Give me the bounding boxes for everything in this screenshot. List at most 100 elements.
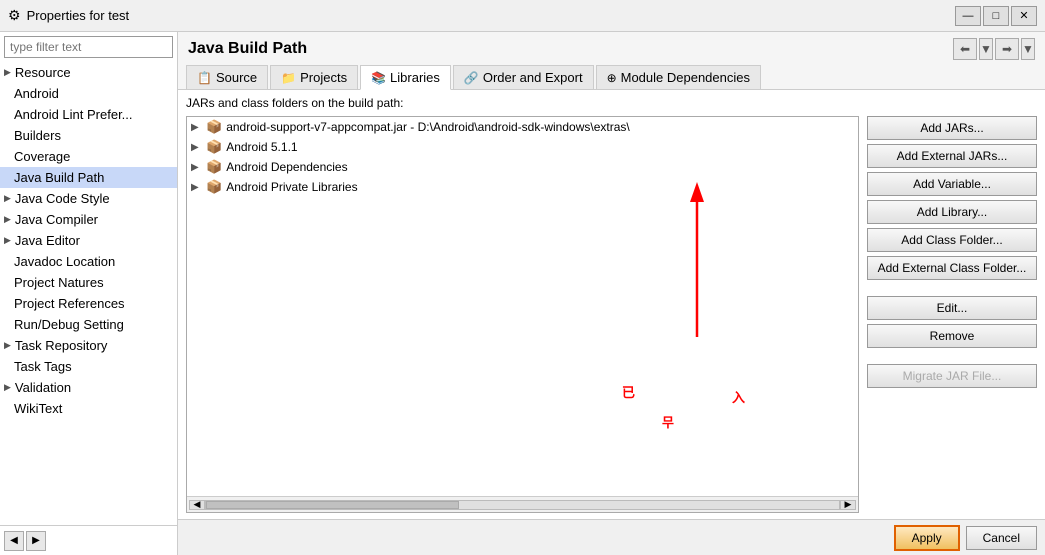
sidebar-item-resource[interactable]: ▶Resource bbox=[0, 62, 177, 83]
buttons-panel: Add JARs... Add External JARs... Add Varia… bbox=[867, 116, 1037, 513]
sidebar-scroll-right[interactable]: ▶ bbox=[26, 531, 46, 551]
scroll-left-btn[interactable]: ◀ bbox=[189, 500, 205, 510]
sidebar-item-label: Run/Debug Setting bbox=[14, 317, 124, 332]
button-spacer bbox=[867, 284, 1037, 292]
nav-arrows: ⬅ ▼ ➡ ▼ bbox=[953, 38, 1035, 60]
migrate-jar-button: Migrate JAR File... bbox=[867, 364, 1037, 388]
sidebar-item-builders[interactable]: Builders bbox=[0, 125, 177, 146]
tree-item[interactable]: ▶📦 Android Private Libraries bbox=[187, 177, 858, 197]
add-variable-button[interactable]: Add Variable... bbox=[867, 172, 1037, 196]
tab-icon: 📁 bbox=[281, 71, 296, 85]
sidebar-item-label: Task Repository bbox=[15, 338, 107, 353]
sidebar-item-label: Android bbox=[14, 86, 59, 101]
maximize-button[interactable]: □ bbox=[983, 6, 1009, 26]
sidebar-item-android[interactable]: Android bbox=[0, 83, 177, 104]
tree-item[interactable]: ▶📦Android 5.1.1 bbox=[187, 137, 858, 157]
sidebar-item-label: Java Editor bbox=[15, 233, 80, 248]
sidebar-item-label: Project Natures bbox=[14, 275, 104, 290]
sidebar-item-coverage[interactable]: Coverage bbox=[0, 146, 177, 167]
title-bar: ⚙ Properties for test — □ ✕ bbox=[0, 0, 1045, 32]
remove-button[interactable]: Remove bbox=[867, 324, 1037, 348]
tabs-bar: 📋 Source 📁Projects 📚 Libraries 🔗Order and Exp… bbox=[178, 64, 1045, 90]
tab-icon: 🔗 bbox=[464, 71, 479, 85]
sidebar-item-label: Java Compiler bbox=[15, 212, 98, 227]
sidebar-item-validation[interactable]: ▶Validation bbox=[0, 377, 177, 398]
sidebar-nav: ▶Resource Android Android Lint Prefer... Bu… bbox=[0, 62, 177, 525]
sidebar-item-java-build-path[interactable]: Java Build Path bbox=[0, 167, 177, 188]
tree-item-label: Android 5.1.1 bbox=[226, 140, 297, 154]
sidebar-item-label: Coverage bbox=[14, 149, 70, 164]
add-external-jars-button[interactable]: Add External JARs... bbox=[867, 144, 1037, 168]
tree-container: 已 무 入 ▶📦android-support-v7-appcompat.jar… bbox=[186, 116, 859, 513]
sidebar-item-project-natures[interactable]: Project Natures bbox=[0, 272, 177, 293]
sidebar-item-android-lint-prefer...[interactable]: Android Lint Prefer... bbox=[0, 104, 177, 125]
scroll-right-btn[interactable]: ▶ bbox=[840, 500, 856, 510]
sidebar-arrow-icon: ▶ bbox=[4, 214, 11, 225]
sidebar-item-javadoc-location[interactable]: Javadoc Location bbox=[0, 251, 177, 272]
add-external-class-folder-button[interactable]: Add External Class Folder... bbox=[867, 256, 1037, 280]
tab-order-and-export[interactable]: 🔗Order and Export bbox=[453, 65, 594, 89]
tab-icon: ⊕ bbox=[607, 71, 617, 85]
sidebar-item-task-tags[interactable]: Task Tags bbox=[0, 356, 177, 377]
content-area: Java Build Path ⬅ ▼ ➡ ▼ 📋 Source 📁Projects… bbox=[178, 32, 1045, 555]
sidebar-item-label: Java Build Path bbox=[14, 170, 104, 185]
tree-item-label: android-support-v7-appcompat.jar - D:\An… bbox=[226, 120, 630, 134]
add-class-folder-button[interactable]: Add Class Folder... bbox=[867, 228, 1037, 252]
build-path-main: 已 무 入 ▶📦android-support-v7-appcompat.jar… bbox=[186, 116, 1037, 513]
tree-expand-icon: ▶ bbox=[191, 162, 203, 173]
sidebar-item-project-references[interactable]: Project References bbox=[0, 293, 177, 314]
add-library-button[interactable]: Add Library... bbox=[867, 200, 1037, 224]
sidebar-item-java-editor[interactable]: ▶ Java Editor bbox=[0, 230, 177, 251]
tab-icon: 📚 bbox=[371, 71, 386, 85]
sidebar-item-run/debug-setting[interactable]: Run/Debug Setting bbox=[0, 314, 177, 335]
sidebar-item-label: Project References bbox=[14, 296, 125, 311]
window-controls: — □ ✕ bbox=[955, 6, 1037, 26]
sidebar-item-java-compiler[interactable]: ▶ Java Compiler bbox=[0, 209, 177, 230]
sidebar-bottom: ◀ ▶ bbox=[0, 525, 177, 555]
scrollbar-track[interactable] bbox=[205, 500, 840, 510]
sidebar-item-task-repository[interactable]: ▶Task Repository bbox=[0, 335, 177, 356]
sidebar-item-java-code-style[interactable]: ▶Java Code Style bbox=[0, 188, 177, 209]
content-header: Java Build Path ⬅ ▼ ➡ ▼ bbox=[178, 32, 1045, 64]
add-jars-button[interactable]: Add JARs... bbox=[867, 116, 1037, 140]
tree-item[interactable]: ▶📦 android-support-v7-appcompat.jar - D:\… bbox=[187, 117, 858, 137]
forward-button[interactable]: ➡ bbox=[995, 38, 1019, 60]
tree-node-icon: 📦 bbox=[206, 119, 222, 135]
tree-node-icon: 📦 bbox=[206, 179, 222, 195]
tab-label: Libraries bbox=[390, 70, 440, 85]
build-path-content: JARs and class folders on the build path… bbox=[178, 90, 1045, 519]
sidebar-arrow-icon: ▶ bbox=[4, 235, 11, 246]
apply-button[interactable]: Apply bbox=[894, 525, 960, 551]
cancel-button[interactable]: Cancel bbox=[966, 526, 1037, 550]
tree-item-label: Android Private Libraries bbox=[226, 180, 357, 194]
window-title: Properties for test bbox=[27, 8, 130, 23]
tree-expand-icon: ▶ bbox=[191, 122, 203, 133]
svg-text:入: 入 bbox=[732, 390, 745, 405]
tab-libraries[interactable]: 📚 Libraries bbox=[360, 65, 451, 90]
tab-module-dependencies[interactable]: ⊕Module Dependencies bbox=[596, 65, 761, 89]
sidebar-scroll-left[interactable]: ◀ bbox=[4, 531, 24, 551]
sidebar-item-label: WikiText bbox=[14, 401, 62, 416]
close-button[interactable]: ✕ bbox=[1011, 6, 1037, 26]
tab-projects[interactable]: 📁Projects bbox=[270, 65, 358, 89]
minimize-button[interactable]: — bbox=[955, 6, 981, 26]
sidebar-item-label: Validation bbox=[15, 380, 71, 395]
tree-item[interactable]: ▶📦Android Dependencies bbox=[187, 157, 858, 177]
tree-expand-icon: ▶ bbox=[191, 182, 203, 193]
scrollbar-thumb bbox=[206, 501, 459, 509]
tab-icon: 📋 bbox=[197, 71, 212, 85]
back-button[interactable]: ⬅ bbox=[953, 38, 977, 60]
tree-panel[interactable]: 已 무 入 ▶📦android-support-v7-appcompat.jar… bbox=[187, 117, 858, 496]
filter-input[interactable] bbox=[4, 36, 173, 58]
sidebar-item-wikitext[interactable]: WikiText bbox=[0, 398, 177, 419]
forward-dropdown[interactable]: ▼ bbox=[1021, 38, 1035, 60]
sidebar-item-label: Android Lint Prefer... bbox=[14, 107, 133, 122]
main-container: ▶Resource Android Android Lint Prefer... Bu… bbox=[0, 32, 1045, 555]
tab-source[interactable]: 📋 Source bbox=[186, 65, 268, 89]
tree-expand-icon: ▶ bbox=[191, 142, 203, 153]
tree-scrollbar[interactable]: ◀ ▶ bbox=[187, 496, 858, 512]
back-dropdown[interactable]: ▼ bbox=[979, 38, 993, 60]
app-icon: ⚙ bbox=[8, 7, 21, 24]
tab-label: Source bbox=[216, 70, 257, 85]
edit-button[interactable]: Edit... bbox=[867, 296, 1037, 320]
